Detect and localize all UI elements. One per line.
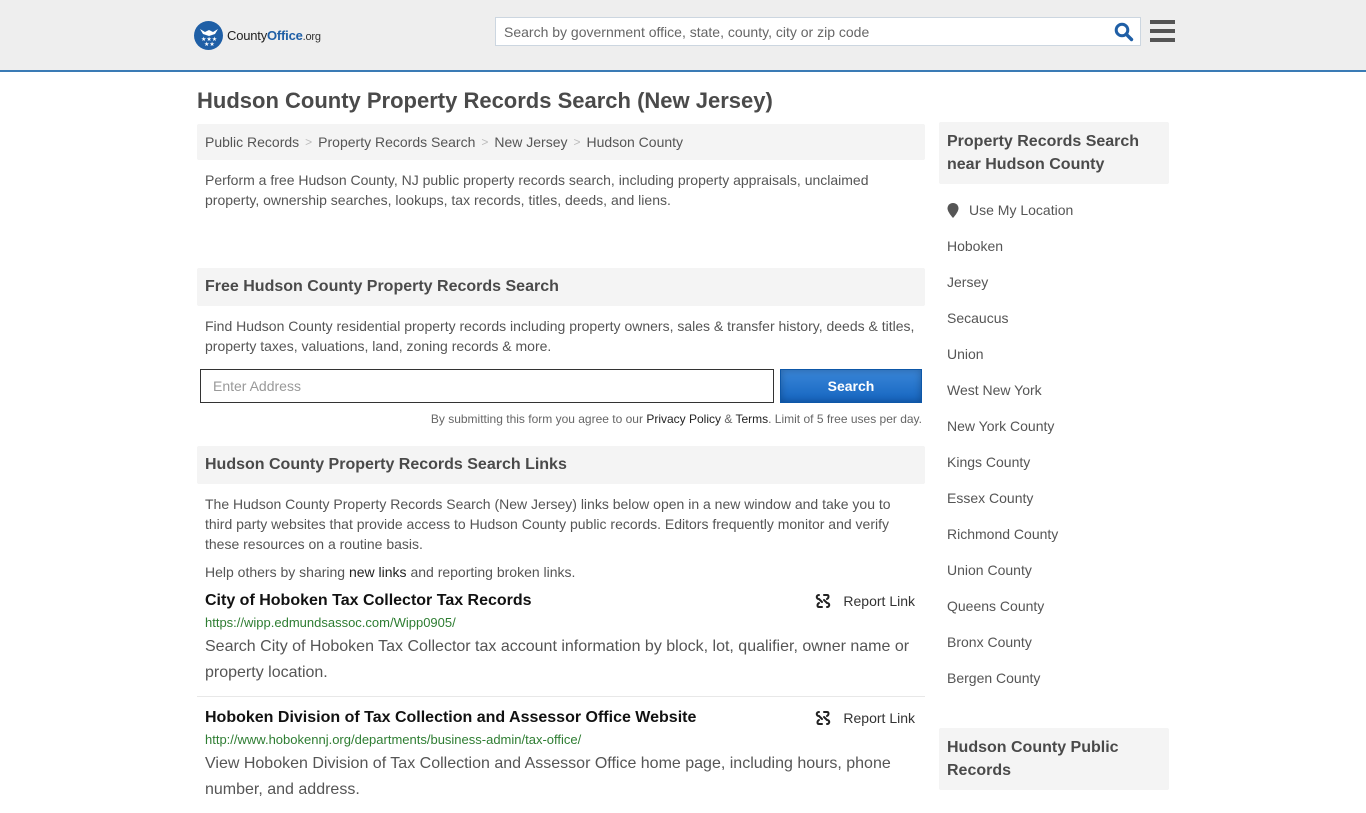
resource-link-title[interactable]: Hoboken Division of Tax Collection and A… (205, 709, 696, 726)
search-icon[interactable] (1114, 22, 1134, 42)
broken-link-icon (816, 594, 831, 608)
nearby-item: Secaucus (947, 310, 1161, 346)
resource-link-item: City of Hoboken Tax Collector Tax Record… (197, 580, 925, 697)
resource-link-title[interactable]: City of Hoboken Tax Collector Tax Record… (205, 592, 532, 609)
nearby-link-bronx-county[interactable]: Bronx County (947, 634, 1032, 650)
report-link-button[interactable]: Report Link (815, 593, 915, 609)
main-content: Public Records > Property Records Search… (197, 124, 925, 813)
nearby-link-essex-county[interactable]: Essex County (947, 490, 1033, 506)
nearby-item: Kings County (947, 454, 1161, 490)
resource-link-item: Hoboken Division of Tax Collection and A… (197, 697, 925, 813)
resource-link-description: Search City of Hoboken Tax Collector tax… (205, 638, 910, 681)
nearby-link-hoboken[interactable]: Hoboken (947, 238, 1003, 254)
breadcrumb-separator: > (305, 135, 313, 149)
site-header: ★★★ ★★ CountyOffice.org (0, 0, 1366, 72)
nearby-link-new-york-county[interactable]: New York County (947, 418, 1054, 434)
help-text: Help others by sharing new links and rep… (197, 554, 925, 580)
links-section: Hudson County Property Records Search Li… (197, 446, 925, 813)
free-search-section: Free Hudson County Property Records Sear… (197, 268, 925, 426)
help-suffix: and reporting broken links. (406, 564, 576, 580)
terms-prefix: By submitting this form you agree to our (430, 412, 647, 426)
nearby-item: Hoboken (947, 238, 1161, 274)
breadcrumb-public-records[interactable]: Public Records (205, 134, 299, 150)
broken-link-icon (816, 711, 831, 725)
nearby-item: Union County (947, 562, 1161, 598)
breadcrumb-new-jersey[interactable]: New Jersey (494, 134, 567, 150)
address-input[interactable] (200, 369, 774, 403)
breadcrumb: Public Records > Property Records Search… (197, 124, 925, 160)
logo-link[interactable]: ★★★ ★★ CountyOffice.org (194, 20, 321, 50)
nearby-item: Essex County (947, 490, 1161, 526)
nearby-item: Bronx County (947, 634, 1161, 670)
use-my-location-item: Use My Location (947, 202, 1161, 238)
nearby-link-bergen-county[interactable]: Bergen County (947, 670, 1040, 686)
help-prefix: Help others by sharing (205, 564, 349, 580)
new-links-link[interactable]: new links (349, 564, 407, 580)
terms-suffix: . Limit of 5 free uses per day. (768, 412, 922, 426)
nearby-list: Use My Location Hoboken Jersey Secaucus … (939, 184, 1169, 706)
nearby-item: Queens County (947, 598, 1161, 634)
address-search-button[interactable]: Search (780, 369, 922, 403)
nearby-link-richmond-county[interactable]: Richmond County (947, 526, 1058, 542)
page-title: Hudson County Property Records Search (N… (197, 88, 773, 113)
terms-amp: & (721, 412, 736, 426)
resource-link-url: https://wipp.edmundsassoc.com/Wipp0905/ (205, 615, 456, 630)
site-search-bar (495, 17, 1141, 46)
nearby-link-queens-county[interactable]: Queens County (947, 598, 1044, 614)
report-link-label: Report Link (843, 710, 915, 726)
sidebar: Property Records Search near Hudson Coun… (939, 122, 1169, 790)
nearby-link-kings-county[interactable]: Kings County (947, 454, 1030, 470)
breadcrumb-separator: > (573, 135, 581, 149)
nearby-item: New York County (947, 418, 1161, 454)
intro-text: Perform a free Hudson County, NJ public … (205, 172, 869, 208)
privacy-policy-link[interactable]: Privacy Policy (646, 412, 721, 426)
nearby-heading: Property Records Search near Hudson Coun… (939, 122, 1169, 184)
terms-link[interactable]: Terms (735, 412, 768, 426)
nearby-link-union-county[interactable]: Union County (947, 562, 1032, 578)
logo-text: CountyOffice.org (227, 27, 321, 43)
public-records-heading: Hudson County Public Records (939, 728, 1169, 790)
free-search-heading: Free Hudson County Property Records Sear… (197, 268, 925, 306)
resource-link-url: http://www.hobokennj.org/departments/bus… (205, 732, 582, 747)
nearby-item: Bergen County (947, 670, 1161, 706)
hamburger-menu-icon[interactable] (1150, 20, 1175, 42)
address-search-form: Search (197, 369, 925, 403)
breadcrumb-hudson-county[interactable]: Hudson County (587, 134, 684, 150)
nearby-link-secaucus[interactable]: Secaucus (947, 310, 1008, 326)
report-link-button[interactable]: Report Link (815, 710, 915, 726)
site-search-input[interactable] (496, 18, 1096, 45)
resource-link-description: View Hoboken Division of Tax Collection … (205, 755, 891, 798)
nearby-link-west-new-york[interactable]: West New York (947, 382, 1042, 398)
svg-text:★★: ★★ (204, 41, 215, 46)
nearby-link-jersey[interactable]: Jersey (947, 274, 988, 290)
breadcrumb-property-records-search[interactable]: Property Records Search (318, 134, 475, 150)
report-link-label: Report Link (843, 593, 915, 609)
terms-notice: By submitting this form you agree to our… (197, 412, 925, 426)
nearby-item: West New York (947, 382, 1161, 418)
nearby-item: Jersey (947, 274, 1161, 310)
logo-eagle-icon: ★★★ ★★ (194, 20, 223, 50)
map-pin-icon (947, 203, 959, 218)
breadcrumb-separator: > (481, 135, 489, 149)
links-heading: Hudson County Property Records Search Li… (197, 446, 925, 484)
nearby-link-union[interactable]: Union (947, 346, 984, 362)
nearby-item: Richmond County (947, 526, 1161, 562)
free-search-description: Find Hudson County residential property … (205, 318, 915, 354)
use-my-location-link[interactable]: Use My Location (969, 202, 1073, 218)
nearby-item: Union (947, 346, 1161, 382)
links-description: The Hudson County Property Records Searc… (205, 496, 891, 552)
